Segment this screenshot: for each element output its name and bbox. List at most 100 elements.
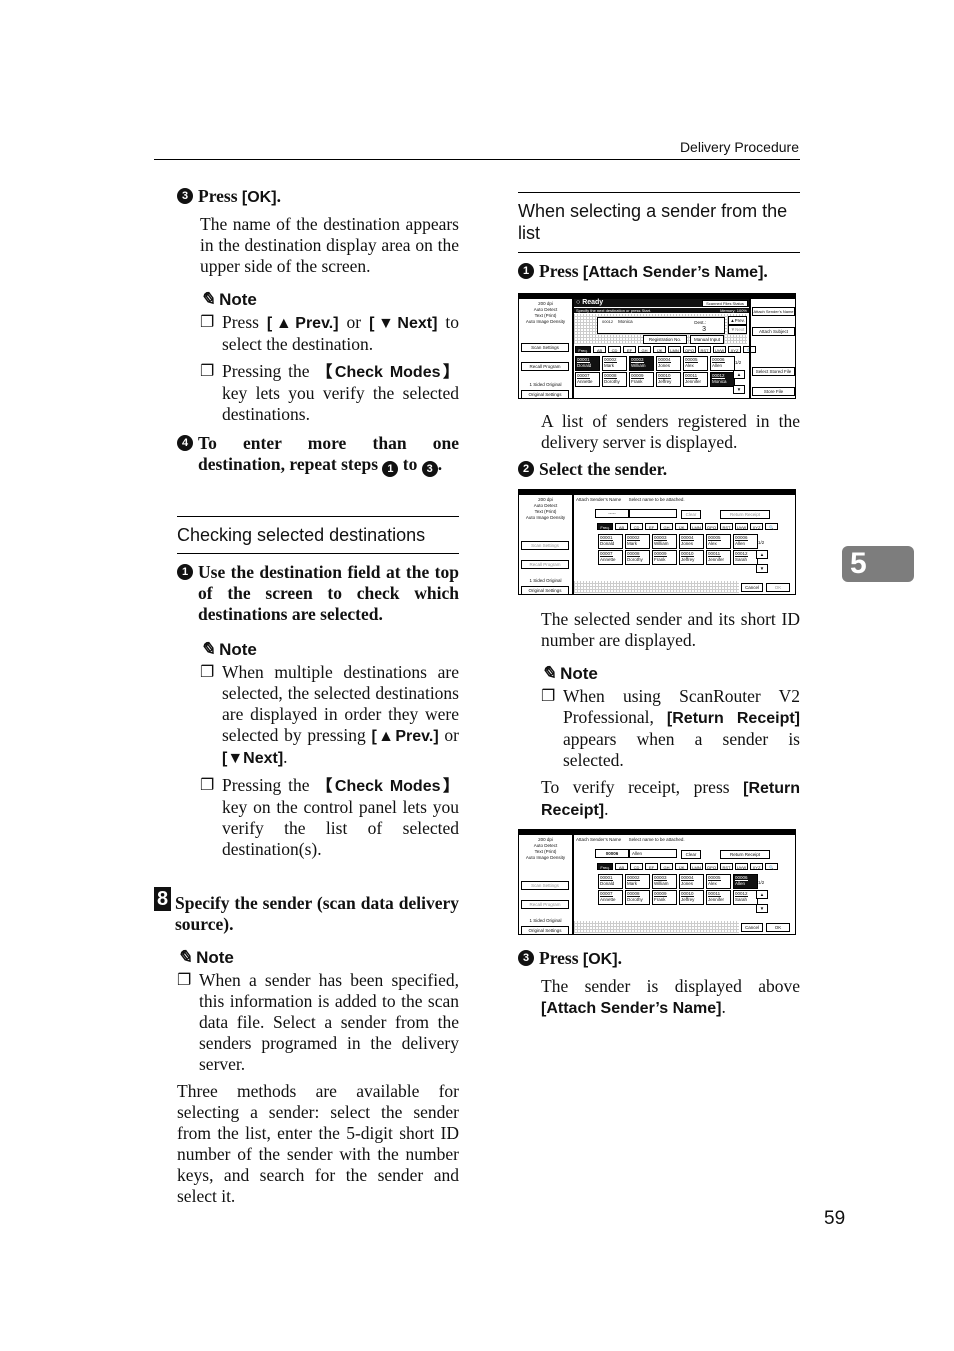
tab-ab[interactable]: AB [615,523,628,530]
tab-xyz[interactable]: XYZ [750,863,763,870]
tab-gh[interactable]: GH [638,346,651,353]
tab-ijk[interactable]: IJK [675,523,688,530]
tab-freq[interactable]: Freq. [597,523,613,530]
search-icon[interactable]: 🔍 [765,863,778,870]
attach-senders-name-button[interactable]: Attach Sender’s Name [752,307,795,316]
sender-entry[interactable]: 00001 Donald [598,874,623,889]
sender-entry[interactable]: 00007 Annette [598,550,623,565]
scan-settings-button[interactable]: Scan Settings [521,541,569,550]
search-icon[interactable]: 🔍 [765,523,778,530]
sender-entry[interactable]: 00010 Jeffrey [656,372,681,387]
original-settings-button[interactable]: Original Settings [521,586,569,594]
tab-xyz[interactable]: XYZ [750,523,763,530]
tab-ef[interactable]: EF [645,863,658,870]
scan-settings-button[interactable]: Scan Settings [521,881,569,890]
sender-entry[interactable]: 00009 Frank [652,890,677,905]
tab-opq[interactable]: OPQ [705,523,718,530]
tab-ab[interactable]: AB [593,346,606,353]
sender-entry[interactable]: 00008 Dorothy [625,550,650,565]
sender-entry[interactable]: 00002 Mark [625,534,650,549]
clear-button[interactable]: Clear [681,510,701,519]
sender-entry[interactable]: 00009 Frank [629,372,654,387]
tab-freq[interactable]: Freq. [597,863,613,870]
tab-freq[interactable]: Freq. [575,346,591,353]
scroll-down-button[interactable]: ▼ [756,564,768,573]
sender-entry[interactable]: 00012 Monica [710,372,735,387]
tab-lmn[interactable]: LMN [690,523,703,530]
tab-ef[interactable]: EF [623,346,636,353]
tab-rst[interactable]: RST [720,523,733,530]
tab-gh[interactable]: GH [660,523,673,530]
scan-settings-button[interactable]: Scan Settings [521,343,569,352]
tab-cd[interactable]: CD [630,523,643,530]
sender-entry[interactable]: 00002 Mark [602,356,627,371]
scroll-down-button[interactable]: ▼ [733,385,745,394]
tab-lmn[interactable]: LMN [668,346,681,353]
tab-opq[interactable]: OPQ [683,346,696,353]
sender-entry[interactable]: 00001 Donald [575,356,600,371]
sender-entry[interactable]: 00006 Allen [733,874,758,889]
tab-opq[interactable]: OPQ [705,863,718,870]
next-button[interactable]: ▼Next [728,325,747,334]
sender-entry[interactable]: 00010 Jeffrey [679,550,704,565]
sender-entry[interactable]: 00004 Jones [656,356,681,371]
sender-entry[interactable]: 00003 William [629,356,654,371]
sender-entry[interactable]: 00004 Jones [679,874,704,889]
sender-entry[interactable]: 00012 Sarah [733,890,758,905]
recall-program-button[interactable]: Recall Program [521,900,569,909]
tab-rst[interactable]: RST [698,346,711,353]
ok-button[interactable]: OK [766,583,790,592]
original-settings-button[interactable]: Original Settings [521,926,569,934]
registration-no-button[interactable]: Registration No. [643,335,687,344]
cancel-button[interactable]: Cancel [741,923,763,932]
ok-button[interactable]: OK [766,923,790,932]
tab-lmn[interactable]: LMN [690,863,703,870]
sender-entry[interactable]: 00005 Alex [683,356,708,371]
attach-subject-button[interactable]: Attach Subject [752,327,795,336]
sender-entry[interactable]: 00003 William [652,534,677,549]
tab-xyz[interactable]: XYZ [728,346,741,353]
sender-entry[interactable]: 00005 Alex [706,534,731,549]
scroll-up-button[interactable]: ▲ [733,370,745,379]
tab-ef[interactable]: EF [645,523,658,530]
return-receipt-button[interactable]: Return Receipt [720,510,770,519]
tab-ab[interactable]: AB [615,863,628,870]
recall-program-button[interactable]: Recall Program [521,560,569,569]
sender-entry[interactable]: 00003 William [652,874,677,889]
sender-entry[interactable]: 00006 Allen [733,534,758,549]
prev-button[interactable]: ▲Prev. [728,316,747,325]
cancel-button[interactable]: Cancel [741,583,763,592]
scroll-up-button[interactable]: ▲ [756,890,768,899]
select-stored-file-button[interactable]: Select Stored File [752,367,795,376]
sender-entry[interactable]: 00006 Allen [710,356,735,371]
sender-entry[interactable]: 00011 Jennifer [683,372,708,387]
sender-entry[interactable]: 00004 Jones [679,534,704,549]
return-receipt-button[interactable]: Return Receipt [720,850,770,859]
scroll-up-button[interactable]: ▲ [756,550,768,559]
sender-entry[interactable]: 00011 Jennifer [706,890,731,905]
sender-entry[interactable]: 00008 Dorothy [625,890,650,905]
manual-input-button[interactable]: Manual Input [690,335,724,344]
sender-entry[interactable]: 00010 Jeffrey [679,890,704,905]
sender-entry[interactable]: 00001 Donald [598,534,623,549]
tab-cd[interactable]: CD [630,863,643,870]
sender-entry[interactable]: 00011 Jennifer [706,550,731,565]
sender-entry[interactable]: 00007 Annette [598,890,623,905]
sender-entry[interactable]: 00012 Sarah [733,550,758,565]
sender-entry[interactable]: 00009 Frank [652,550,677,565]
tab-gh[interactable]: GH [660,863,673,870]
sender-entry[interactable]: 00002 Mark [625,874,650,889]
scroll-down-button[interactable]: ▼ [756,904,768,913]
sender-entry[interactable]: 00007 Annette [575,372,600,387]
tab-cd[interactable]: CD [608,346,621,353]
recall-program-button[interactable]: Recall Program [521,362,569,371]
tab-uvw[interactable]: UVW [713,346,726,353]
tab-ijk[interactable]: IJK [653,346,666,353]
clear-button[interactable]: Clear [681,850,701,859]
tab-uvw[interactable]: UVW [735,523,748,530]
tab-uvw[interactable]: UVW [735,863,748,870]
sender-entry[interactable]: 00005 Alex [706,874,731,889]
tab-ijk[interactable]: IJK [675,863,688,870]
sender-entry[interactable]: 00008 Dorothy [602,372,627,387]
original-settings-button[interactable]: Original Settings [521,390,569,398]
